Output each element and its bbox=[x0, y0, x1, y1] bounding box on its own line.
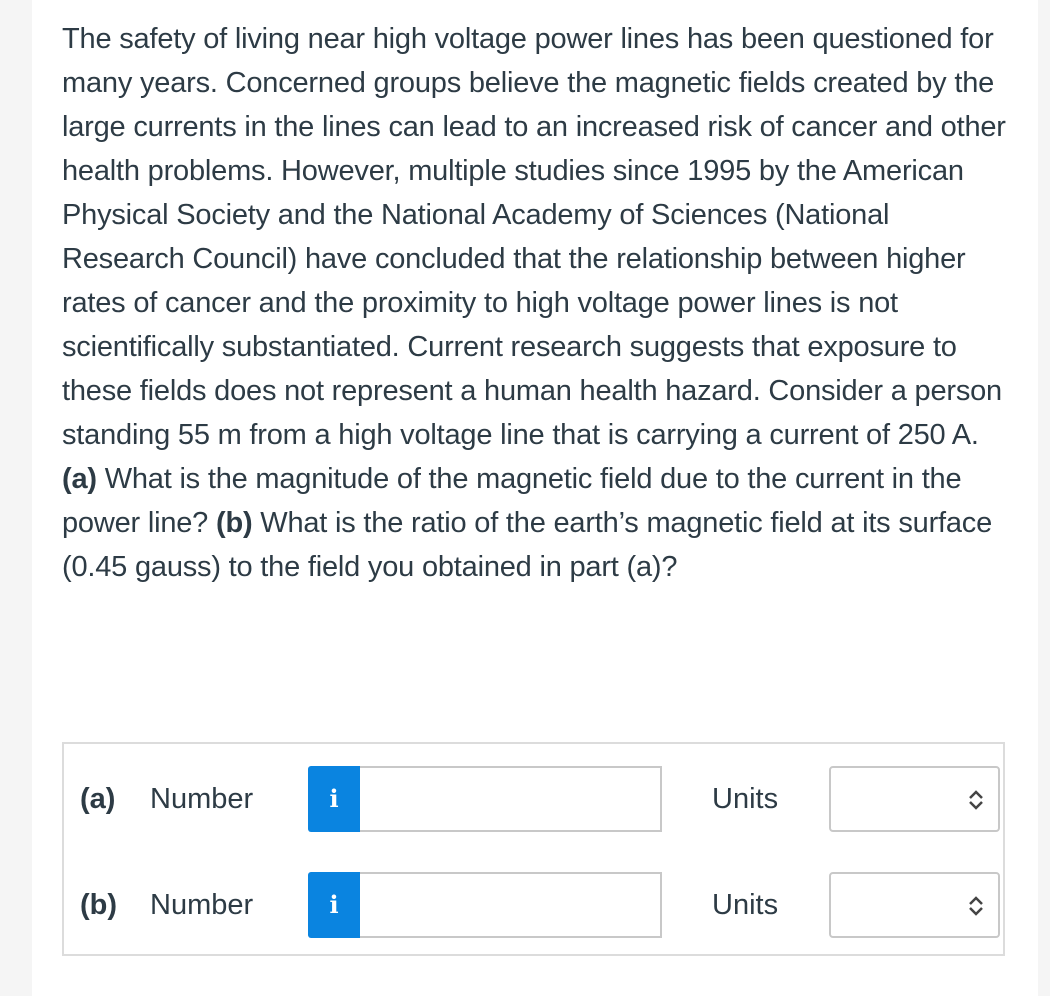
question-part-b-marker: (b) bbox=[215, 507, 253, 539]
units-label-b: Units bbox=[712, 889, 779, 921]
answer-row-b: (b) Number i Units bbox=[64, 872, 1003, 938]
number-label-a: Number bbox=[150, 783, 254, 815]
info-icon[interactable]: i bbox=[308, 872, 360, 938]
page: The safety of living near high voltage p… bbox=[32, 0, 1038, 996]
answer-box: (a) Number i Units (b) Number i Units bbox=[62, 742, 1005, 956]
units-select-b[interactable] bbox=[829, 872, 1000, 938]
units-label-a: Units bbox=[712, 783, 779, 815]
part-label-b: (b) bbox=[80, 889, 118, 921]
updown-chevron-icon bbox=[969, 790, 983, 810]
number-label-b: Number bbox=[150, 889, 254, 921]
number-input-a[interactable] bbox=[360, 766, 662, 832]
question-part-a-marker: (a) bbox=[62, 463, 97, 495]
question-text: The safety of living near high voltage p… bbox=[62, 17, 1012, 589]
number-input-b[interactable] bbox=[360, 872, 662, 938]
updown-chevron-icon bbox=[969, 896, 983, 916]
question-segment-1: The safety of living near high voltage p… bbox=[62, 23, 1006, 451]
answer-row-a: (a) Number i Units bbox=[64, 766, 1003, 832]
units-select-a[interactable] bbox=[829, 766, 1000, 832]
info-icon[interactable]: i bbox=[308, 766, 360, 832]
part-label-a: (a) bbox=[80, 783, 116, 815]
